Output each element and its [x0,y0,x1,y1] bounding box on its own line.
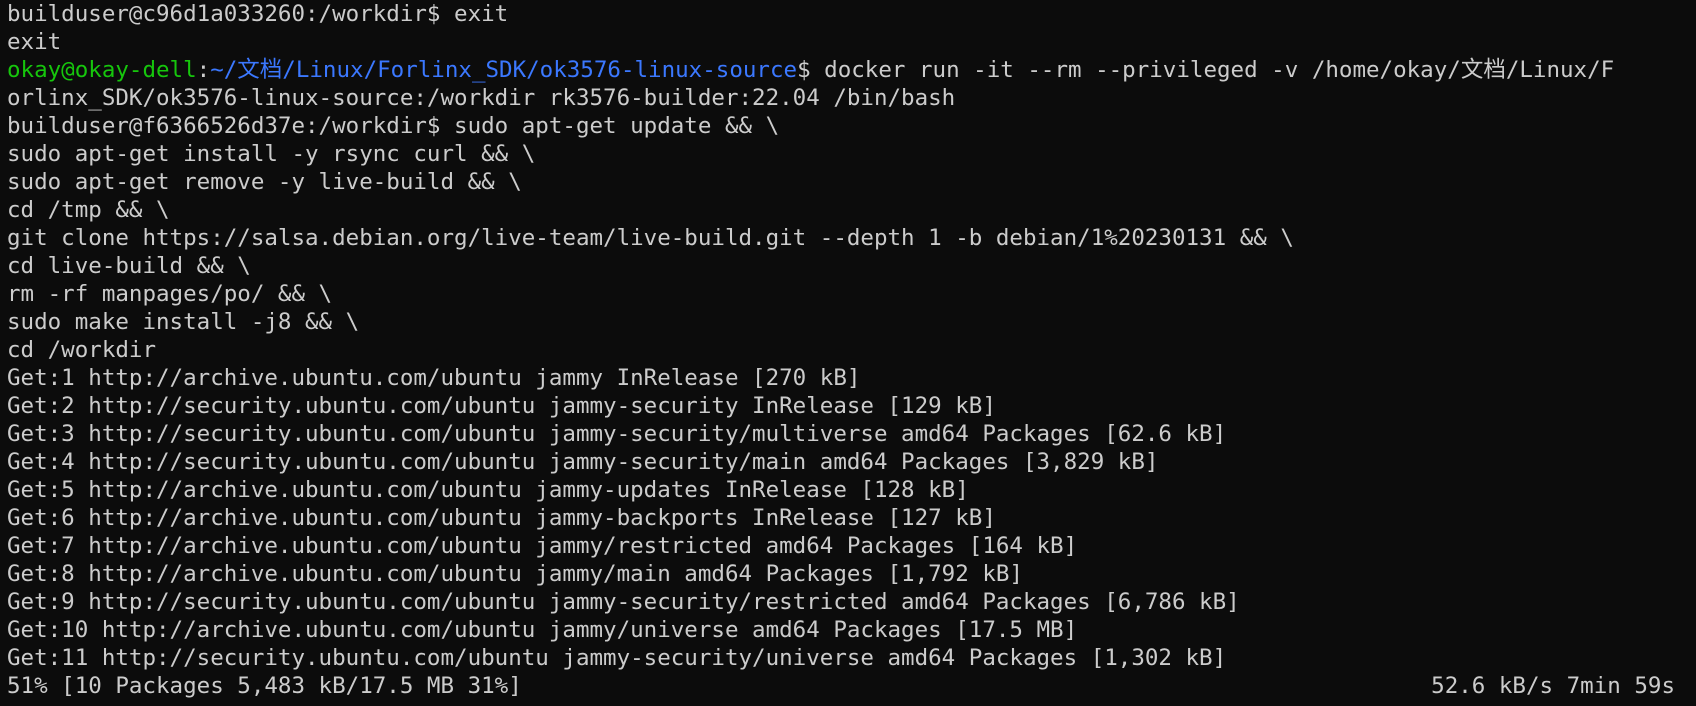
terminal-line: cd live-build && \ [7,253,251,279]
terminal-line: exit [7,29,62,55]
terminal-line: cd /workdir [7,337,157,363]
terminal-line: git clone https://salsa.debian.org/live-… [7,225,1294,251]
terminal-line: Get:1 http://archive.ubuntu.com/ubuntu j… [7,365,861,391]
terminal-line: Get:6 http://archive.ubuntu.com/ubuntu j… [7,505,996,531]
terminal-line: sudo make install -j8 && \ [7,309,360,335]
terminal-line: Get:11 http://security.ubuntu.com/ubuntu… [7,645,1227,671]
terminal-line: builduser@c96d1a033260:/workdir$ exit [7,1,509,27]
terminal-line: Get:8 http://archive.ubuntu.com/ubuntu j… [7,561,1023,587]
terminal-line: cd /tmp && \ [7,197,170,223]
prompt-path: ~/文档/Linux/Forlinx_SDK/ok3576-linux-sour… [210,57,798,83]
terminal-line: sudo apt-get remove -y live-build && \ [7,169,522,195]
prompt-command: $ docker run -it --rm --privileged -v /h… [797,57,1615,83]
terminal-line: Get:5 http://archive.ubuntu.com/ubuntu j… [7,477,969,503]
terminal-line: Get:9 http://security.ubuntu.com/ubuntu … [7,589,1240,615]
prompt-user-host: okay@okay-dell [7,57,197,83]
terminal-line: Get:3 http://security.ubuntu.com/ubuntu … [7,421,1227,447]
prompt-colon: : [196,57,211,83]
terminal-window[interactable]: builduser@c96d1a033260:/workdir$ exit ex… [0,0,1696,706]
apt-progress-status: 51% [10 Packages 5,483 kB/17.5 MB 31%] 5… [7,672,1675,700]
terminal-line: Get:7 http://archive.ubuntu.com/ubuntu j… [7,533,1078,559]
terminal-line: builduser@f6366526d37e:/workdir$ sudo ap… [7,113,780,139]
terminal-line: Get:4 http://security.ubuntu.com/ubuntu … [7,449,1159,475]
download-rate: 52.6 kB/s 7min 59s [1431,673,1675,699]
terminal-line: orlinx_SDK/ok3576-linux-source:/workdir … [7,85,956,111]
terminal-line: Get:10 http://archive.ubuntu.com/ubuntu … [7,617,1078,643]
prompt-line: okay@okay-dell:~/文档/Linux/Forlinx_SDK/ok… [7,56,1696,84]
terminal-line: Get:2 http://security.ubuntu.com/ubuntu … [7,393,996,419]
terminal-line: rm -rf manpages/po/ && \ [7,281,333,307]
progress-text: 51% [10 Packages 5,483 kB/17.5 MB 31%] [7,673,522,699]
terminal-line: sudo apt-get install -y rsync curl && \ [7,141,536,167]
